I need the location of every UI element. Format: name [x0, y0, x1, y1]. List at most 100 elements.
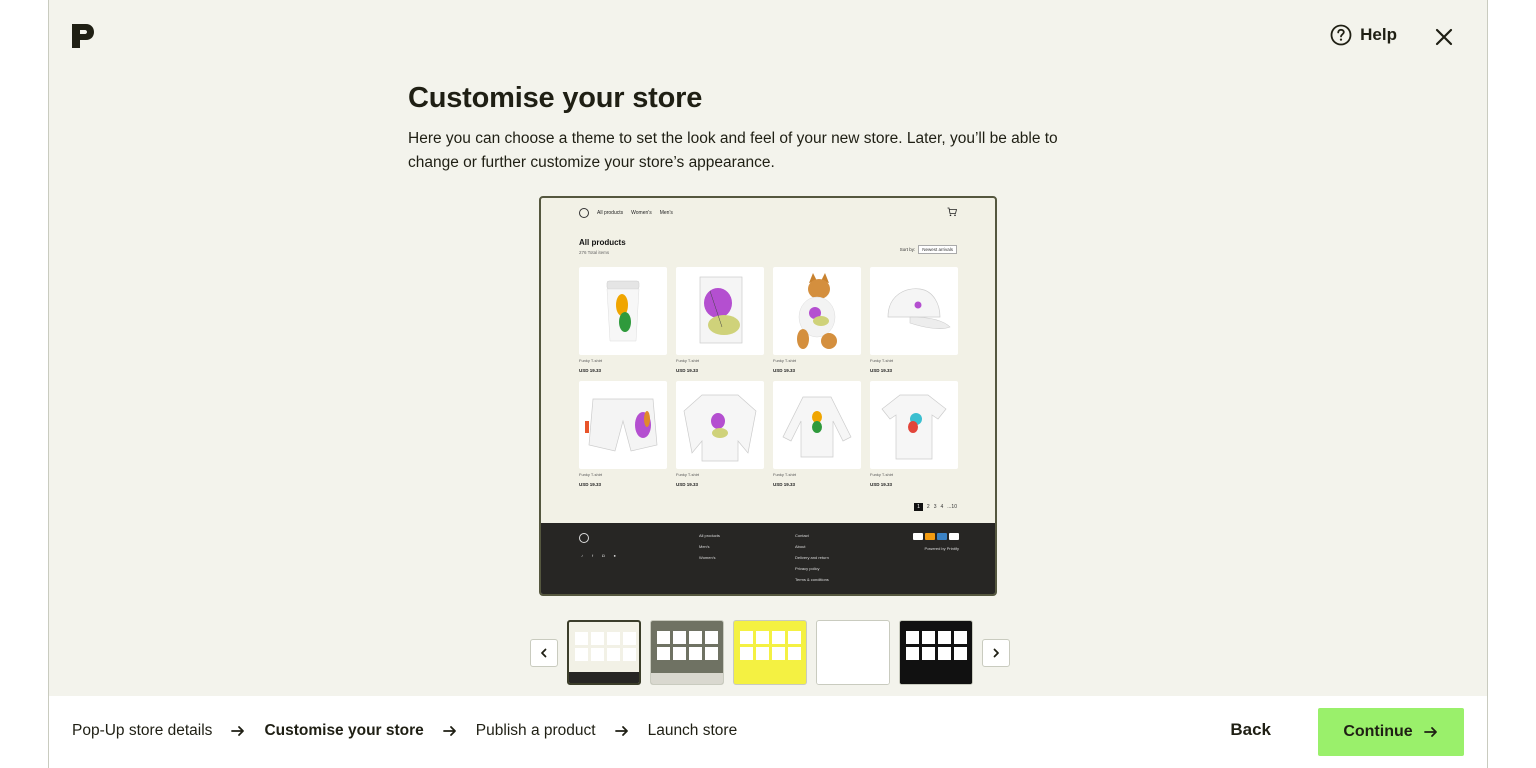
help-button[interactable]: Help — [1330, 24, 1397, 46]
thumbnail-grid — [575, 632, 636, 661]
instagram-icon: ◘ — [602, 553, 605, 558]
store-setup-modal: Help Customise your store Here you can c… — [48, 0, 1488, 768]
preview-nav-link: All products — [597, 210, 624, 216]
thumbnail-cell — [705, 631, 718, 644]
thumbnail-cell — [855, 647, 868, 660]
content-section: Customise your store Here you can choose… — [408, 82, 1108, 175]
theme-thumbnail[interactable] — [650, 620, 724, 685]
thumbnail-cell — [954, 631, 967, 644]
thumbnail-cell — [623, 648, 636, 661]
preview-product-name: Funky T-shirt — [676, 472, 700, 477]
thumbnail-cell — [788, 647, 801, 660]
next-theme-button[interactable] — [982, 638, 1010, 667]
preview-footer-link: All products — [699, 533, 720, 538]
preview-nav-link: Women's — [631, 210, 652, 216]
thumbnail-cell — [673, 647, 686, 660]
thumbnail-grid — [740, 631, 801, 660]
preview-product-price: USD 19.33 — [676, 482, 699, 487]
continue-label: Continue — [1343, 723, 1413, 740]
theme-thumbnail[interactable] — [567, 620, 641, 685]
step-customise-store[interactable]: Customise your store — [264, 722, 423, 740]
thumbnail-cell — [772, 647, 785, 660]
thumbnail-footer — [734, 673, 806, 684]
thumbnail-cell — [906, 631, 919, 644]
preview-footer-links: Contact About Delivery and return Privac… — [795, 533, 829, 582]
thumbnail-cell — [657, 647, 670, 660]
question-circle-icon — [1330, 24, 1352, 46]
thumbnail-cell — [623, 632, 636, 645]
tiktok-icon: ♪ — [581, 553, 583, 558]
theme-thumbnail[interactable] — [899, 620, 973, 685]
theme-thumbnails — [567, 620, 973, 685]
thumbnail-cell — [938, 647, 951, 660]
preview-product-name: Funky T-shirt — [579, 472, 603, 477]
preview-footer-link: Terms & conditions — [795, 577, 829, 582]
preview-product-price: USD 19.33 — [579, 368, 602, 373]
thumbnail-cell — [673, 631, 686, 644]
continue-button[interactable]: Continue — [1318, 708, 1464, 756]
preview-product-card: Funky T-shirt USD 19.33 — [773, 267, 861, 381]
thumbnail-cell — [689, 647, 702, 660]
previous-theme-button[interactable] — [530, 638, 558, 667]
preview-nav: All products Women's Men's — [541, 198, 995, 228]
tshirt-image — [870, 381, 958, 469]
theme-thumbnail[interactable] — [816, 620, 890, 685]
preview-nav-link: Men's — [659, 210, 673, 216]
payment-icons — [913, 533, 959, 540]
longsleeve-image — [773, 381, 861, 469]
thumbnail-cell — [575, 648, 588, 661]
arrow-right-icon — [1423, 727, 1437, 737]
preview-page: ...10 — [947, 504, 957, 510]
thumbnail-cell — [591, 648, 604, 661]
preview-footer-link: Women's — [699, 555, 716, 560]
preview-product-name: Funky T-shirt — [870, 358, 894, 363]
thumbnail-cell — [788, 631, 801, 644]
theme-thumbnail[interactable] — [733, 620, 807, 685]
help-label: Help — [1360, 25, 1397, 44]
close-icon[interactable] — [1433, 26, 1455, 48]
thumbnail-grid — [657, 631, 718, 660]
preview-page: 1 — [914, 503, 923, 511]
cap-image — [870, 267, 958, 355]
preview-product-price: USD 19.33 — [773, 368, 796, 373]
preview-product-card: Funky T-shirt USD 19.33 — [870, 267, 958, 381]
preview-product-card: Funky T-shirt USD 19.33 — [870, 381, 958, 495]
thumbnail-cell — [575, 632, 588, 645]
tumbler-image — [579, 267, 667, 355]
shorts-image — [579, 381, 667, 469]
thumbnail-cell — [756, 647, 769, 660]
preview-sort-label: Sort by: — [899, 247, 916, 252]
amex-icon — [937, 533, 947, 540]
preview-product-name: Funky T-shirt — [579, 358, 603, 363]
theme-selector — [530, 620, 1010, 685]
printify-logo — [72, 24, 94, 48]
thumbnail-cell — [591, 632, 604, 645]
thumbnail-cell — [871, 647, 884, 660]
preview-count: 276 Total items — [579, 250, 610, 255]
preview-pagination: 1 2 3 4 ...10 — [914, 503, 957, 511]
step-store-details[interactable]: Pop-Up store details — [72, 722, 212, 740]
thumbnail-cell — [607, 632, 620, 645]
thumbnail-cell — [772, 631, 785, 644]
thumbnail-footer — [900, 673, 972, 684]
theme-preview: All products Women's Men's All products … — [539, 196, 997, 596]
preview-footer-link: Privacy policy — [795, 566, 820, 571]
arrow-right-icon — [614, 726, 628, 736]
preview-sort: Sort by: Newest arrivals — [900, 245, 957, 254]
snapchat-icon: ● — [613, 553, 616, 558]
preview-social-icons: ♪ f ◘ ● — [581, 553, 616, 558]
thumbnail-cell — [839, 631, 852, 644]
thumbnail-footer — [817, 673, 889, 684]
preview-footer-logo — [579, 533, 589, 543]
dog-shirt-image — [773, 267, 861, 355]
preview-product-name: Funky T-shirt — [773, 358, 797, 363]
preview-product-price: USD 19.33 — [579, 482, 602, 487]
preview-footer-link: Contact — [795, 533, 809, 538]
thumbnail-cell — [938, 631, 951, 644]
thumbnail-cell — [657, 631, 670, 644]
back-button[interactable]: Back — [1230, 720, 1271, 740]
preview-product-card: Funky T-shirt USD 19.33 — [579, 381, 667, 495]
step-launch-store[interactable]: Launch store — [648, 722, 738, 740]
thumbnail-grid — [906, 631, 967, 660]
step-publish-product[interactable]: Publish a product — [476, 722, 596, 740]
